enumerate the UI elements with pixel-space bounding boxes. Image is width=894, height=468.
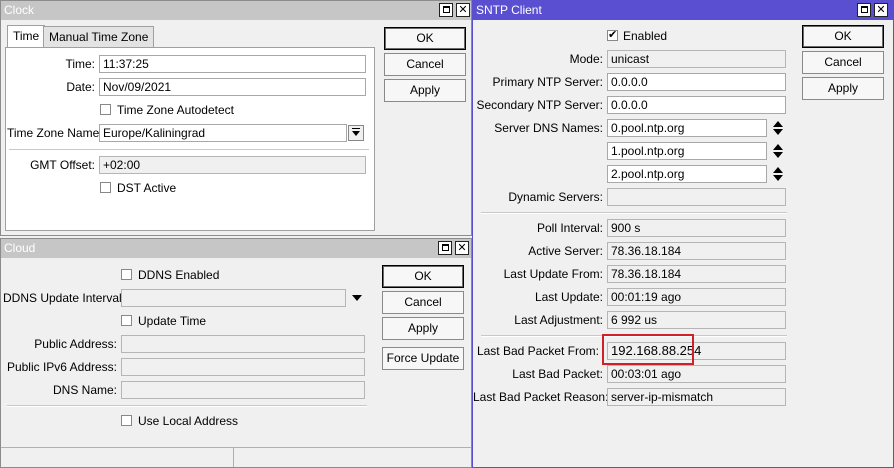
primary-ntp-field[interactable]: 0.0.0.0 xyxy=(607,73,786,91)
last-update-label: Last Update: xyxy=(534,290,603,304)
update-time-checkbox[interactable] xyxy=(121,315,132,326)
tab-manual-time-zone[interactable]: Manual Time Zone xyxy=(43,26,155,48)
reorder-arrows-icon[interactable] xyxy=(773,121,783,135)
clock-ok-button[interactable]: OK xyxy=(384,27,466,50)
date-label: Date: xyxy=(66,80,95,94)
gmt-offset-field: +02:00 xyxy=(99,156,366,174)
dst-active-checkbox xyxy=(100,182,111,193)
dns-name-field-1[interactable]: 1.pool.ntp.org xyxy=(607,142,767,160)
public-address-field xyxy=(121,335,365,353)
sntp-ok-button[interactable]: OK xyxy=(802,25,884,48)
sntp-title: SNTP Client xyxy=(476,3,542,17)
dns-name-field-0[interactable]: 0.pool.ntp.org xyxy=(607,119,767,137)
dns-name-field-2[interactable]: 2.pool.ntp.org xyxy=(607,165,767,183)
gmt-offset-label: GMT Offset: xyxy=(30,158,95,172)
ddns-interval-field[interactable] xyxy=(121,289,346,307)
update-time-label: Update Time xyxy=(138,314,207,328)
dns-name-label: DNS Name: xyxy=(52,383,117,397)
cloud-window: Cloud ✕ DDNS Enabled DDNS Update Interva… xyxy=(0,238,472,468)
last-bad-packet-reason-label: Last Bad Packet Reason: xyxy=(473,390,609,404)
mode-label: Mode: xyxy=(569,52,603,66)
active-server-field: 78.36.18.184 xyxy=(607,242,786,260)
enabled-label: Enabled xyxy=(623,29,668,43)
tz-name-label: Time Zone Name: xyxy=(7,126,103,140)
dst-active-label: DST Active xyxy=(117,181,177,195)
sntp-separator-1 xyxy=(481,212,787,214)
status-divider xyxy=(233,448,234,467)
maximize-icon[interactable] xyxy=(439,3,453,17)
sntp-client-window: SNTP Client ✕ Enabled Mode: unicast Prim… xyxy=(472,0,894,468)
maximize-icon[interactable] xyxy=(438,241,452,255)
poll-interval-label: Poll Interval: xyxy=(536,221,603,235)
clock-titlebar[interactable]: Clock xyxy=(1,1,471,20)
clock-separator xyxy=(9,149,369,151)
ddns-interval-label: DDNS Update Interval: xyxy=(3,291,126,305)
primary-ntp-label: Primary NTP Server: xyxy=(492,75,603,89)
clock-cancel-button[interactable]: Cancel xyxy=(384,53,466,76)
secondary-ntp-field[interactable]: 0.0.0.0 xyxy=(607,96,786,114)
last-adjustment-field: 6 992 us xyxy=(607,311,786,329)
last-update-field: 00:01:19 ago xyxy=(607,288,786,306)
last-bad-packet-reason-field: server-ip-mismatch xyxy=(607,388,786,406)
public-ipv6-field xyxy=(121,358,365,376)
last-bad-packet-label: Last Bad Packet: xyxy=(512,367,603,381)
time-field[interactable]: 11:37:25 xyxy=(99,55,366,73)
mode-field[interactable]: unicast xyxy=(607,50,786,68)
cloud-titlebar[interactable]: Cloud xyxy=(1,239,471,258)
sntp-titlebar[interactable]: SNTP Client xyxy=(473,1,893,20)
ddns-enabled-checkbox[interactable] xyxy=(121,269,132,280)
active-server-label: Active Server: xyxy=(528,244,603,258)
highlight-box xyxy=(602,334,694,365)
last-update-from-label: Last Update From: xyxy=(503,267,603,281)
clock-apply-button[interactable]: Apply xyxy=(384,79,466,102)
public-address-label: Public Address: xyxy=(34,337,117,351)
close-icon[interactable]: ✕ xyxy=(874,3,888,17)
ddns-enabled-label: DDNS Enabled xyxy=(138,268,220,282)
tz-name-field[interactable]: Europe/Kaliningrad xyxy=(99,124,347,142)
dns-name-field xyxy=(121,381,365,399)
cloud-apply-button[interactable]: Apply xyxy=(382,317,464,340)
cloud-separator xyxy=(7,405,367,407)
tab-time[interactable]: Time xyxy=(7,25,46,48)
public-ipv6-label: Public IPv6 Address: xyxy=(6,360,117,374)
last-bad-packet-field: 00:03:01 ago xyxy=(607,365,786,383)
time-label: Time: xyxy=(65,57,95,71)
secondary-ntp-label: Secondary NTP Server: xyxy=(476,98,604,112)
ddns-interval-dropdown-icon[interactable] xyxy=(352,295,362,301)
date-field[interactable]: Nov/09/2021 xyxy=(99,78,366,96)
enabled-checkbox[interactable] xyxy=(607,28,618,41)
dynamic-servers-label: Dynamic Servers: xyxy=(508,190,603,204)
dynamic-servers-field xyxy=(607,188,786,206)
clock-title: Clock xyxy=(4,3,35,17)
tz-autodetect-checkbox[interactable] xyxy=(100,104,111,115)
tz-dropdown-icon[interactable] xyxy=(348,125,364,141)
cloud-cancel-button[interactable]: Cancel xyxy=(382,291,464,314)
last-adjustment-label: Last Adjustment: xyxy=(514,313,603,327)
cloud-title: Cloud xyxy=(4,241,36,255)
cloud-ok-button[interactable]: OK xyxy=(382,265,464,288)
close-icon[interactable]: ✕ xyxy=(456,3,470,17)
use-local-address-checkbox[interactable] xyxy=(121,415,132,426)
sntp-cancel-button[interactable]: Cancel xyxy=(802,51,884,74)
poll-interval-field: 900 s xyxy=(607,219,786,237)
cloud-status-bar xyxy=(1,447,471,467)
reorder-arrows-icon[interactable] xyxy=(773,144,783,158)
last-update-from-field: 78.36.18.184 xyxy=(607,265,786,283)
clock-window: Clock ✕ Time Manual Time Zone Time: 11:3… xyxy=(0,0,472,236)
last-bad-packet-from-label: Last Bad Packet From: xyxy=(476,344,599,358)
use-local-address-label: Use Local Address xyxy=(138,414,239,428)
server-dns-names-label: Server DNS Names: xyxy=(494,121,603,135)
reorder-arrows-icon[interactable] xyxy=(773,167,783,181)
maximize-icon[interactable] xyxy=(857,3,871,17)
force-update-button[interactable]: Force Update xyxy=(382,347,464,370)
tz-autodetect-label: Time Zone Autodetect xyxy=(117,103,234,117)
close-icon[interactable]: ✕ xyxy=(455,241,469,255)
sntp-apply-button[interactable]: Apply xyxy=(802,77,884,100)
